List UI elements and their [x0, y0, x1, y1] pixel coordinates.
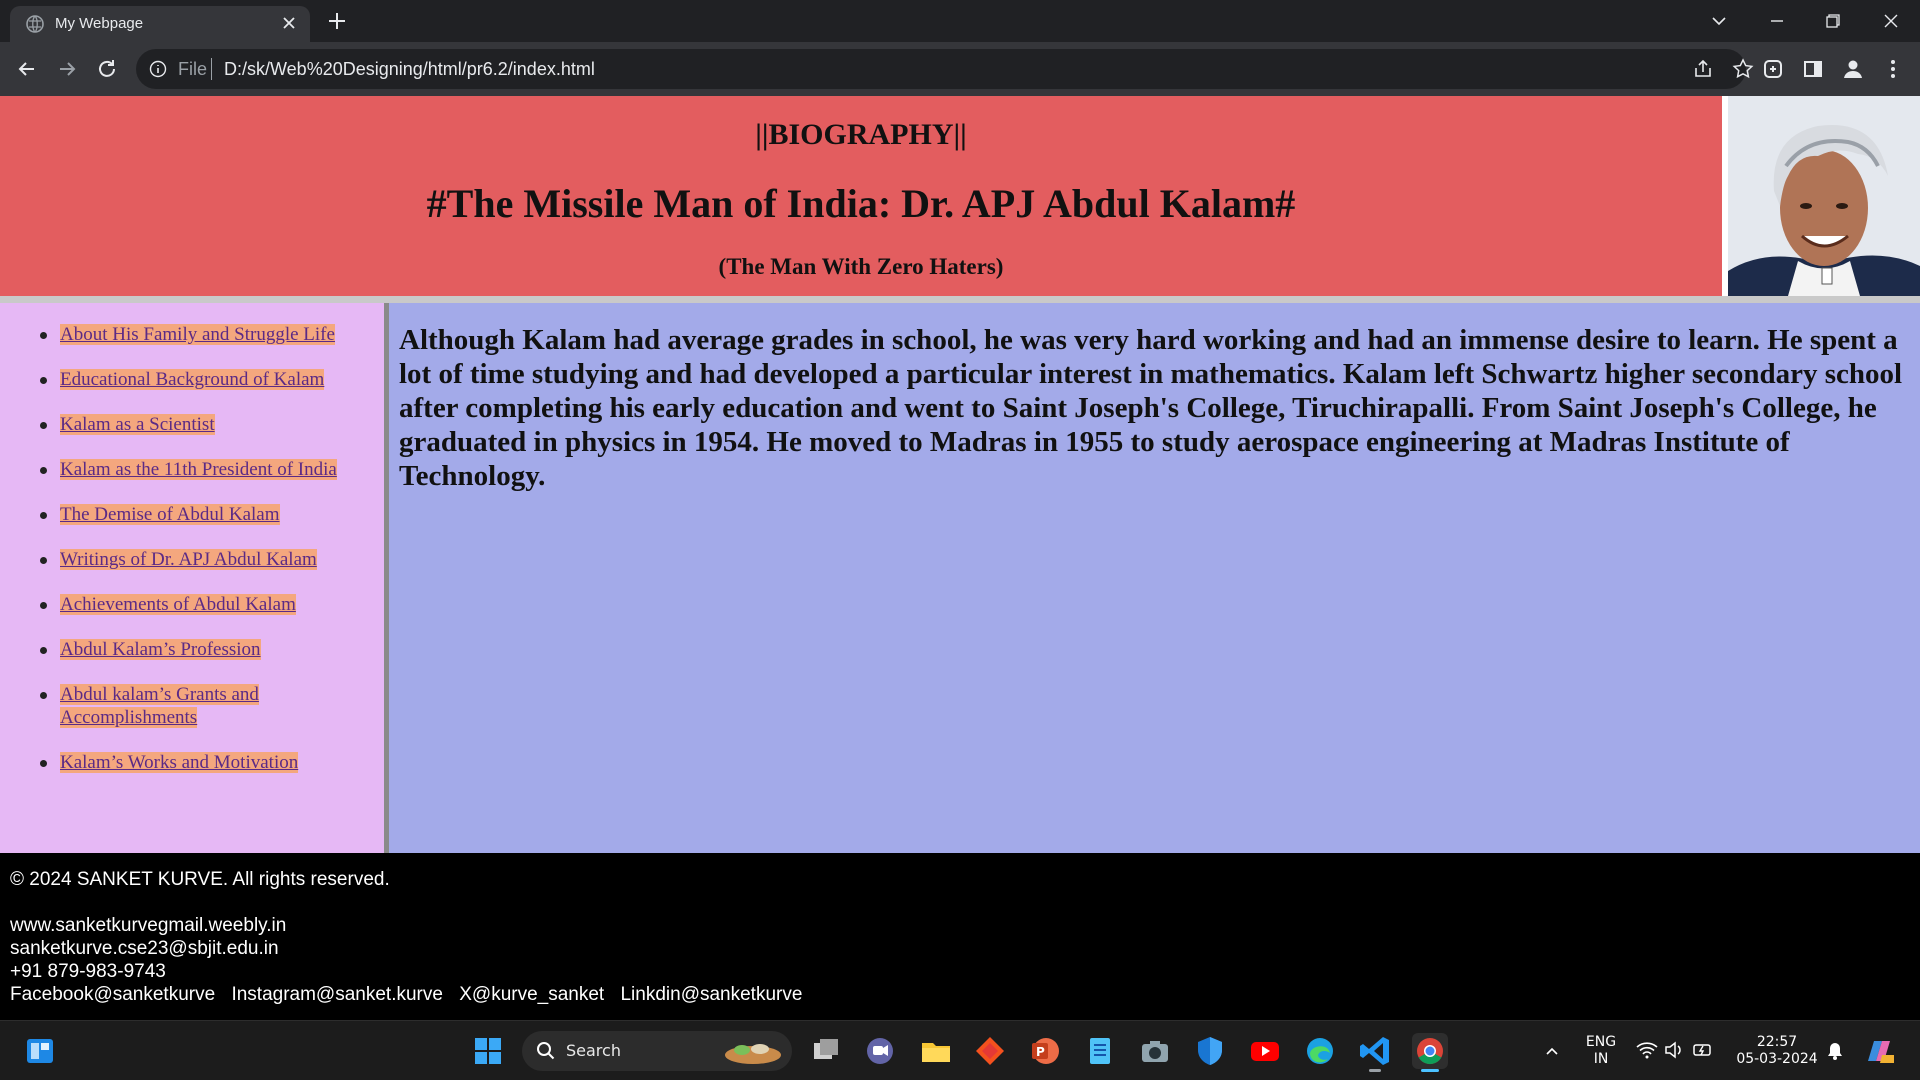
footer-copyright: © 2024 SANKET KURVE. All rights reserved… — [10, 869, 390, 890]
chrome-icon[interactable] — [1412, 1033, 1448, 1072]
tab-title: My Webpage — [55, 15, 144, 32]
address-scheme: File — [178, 59, 208, 79]
kalam-portrait-image — [1728, 96, 1920, 296]
close-window-icon[interactable] — [1878, 8, 1904, 34]
share-icon[interactable] — [1692, 58, 1714, 80]
main-content: Although Kalam had average grades in sch… — [389, 303, 1920, 944]
language-line1: ENG — [1585, 1034, 1617, 1050]
notepad-icon[interactable] — [1082, 1033, 1118, 1069]
forward-icon[interactable] — [54, 56, 80, 82]
git-app-icon[interactable] — [972, 1033, 1008, 1069]
footer-linkedin: Linkdin@sanketkurve — [620, 984, 803, 1005]
sidebar-link-president[interactable]: Kalam as the 11th President of India — [60, 459, 337, 480]
page-title: #The Missile Man of India: Dr. APJ Abdul… — [426, 181, 1296, 226]
sidebar-link-writings[interactable]: Writings of Dr. APJ Abdul Kalam — [60, 549, 317, 570]
back-icon[interactable] — [14, 56, 40, 82]
globe-icon — [26, 15, 44, 33]
camera-icon[interactable] — [1137, 1033, 1173, 1069]
footer-x: X@kurve_sanket — [459, 984, 605, 1005]
teams-chat-icon[interactable] — [862, 1033, 898, 1069]
youtube-icon[interactable] — [1247, 1033, 1283, 1069]
sidebar-item-education: Educational Background of Kalam — [38, 368, 368, 391]
address-url[interactable]: D:/sk/Web%20Designing/html/pr6.2/index.h… — [224, 59, 595, 80]
browser-toolbar: File D:/sk/Web%20Designing/html/pr6.2/in… — [0, 42, 1920, 96]
copilot-icon[interactable] — [1862, 1035, 1896, 1067]
sidebar-link-scientist[interactable]: Kalam as a Scientist — [60, 414, 215, 435]
sidebar-item-writings: Writings of Dr. APJ Abdul Kalam — [38, 548, 368, 571]
sidebar-item-achievements: Achievements of Abdul Kalam — [38, 593, 368, 616]
clock-time: 22:57 — [1756, 1034, 1798, 1050]
battery-charging-icon[interactable] — [1692, 1041, 1714, 1059]
start-windows-icon[interactable] — [470, 1033, 506, 1069]
search-icon — [537, 1042, 555, 1060]
file-explorer-icon[interactable] — [918, 1033, 954, 1069]
sidebar-item-scientist: Kalam as a Scientist — [38, 413, 368, 436]
sidebar-link-profession[interactable]: Abdul Kalam’s Profession — [60, 639, 261, 660]
clock[interactable]: 22:57 05-03-2024 — [1732, 1034, 1822, 1068]
clock-date: 05-03-2024 — [1736, 1051, 1818, 1067]
minimize-icon[interactable] — [1764, 8, 1790, 34]
windows-taskbar: Search P ENG IN 22:57 05-03-2024 — [0, 1020, 1920, 1080]
reload-icon[interactable] — [94, 56, 120, 82]
notification-bell-icon[interactable] — [1826, 1041, 1844, 1061]
sidebar-link-works[interactable]: Kalam’s Works and Motivation — [60, 752, 299, 773]
browser-tabstrip: My Webpage — [0, 0, 1920, 42]
task-view-icon[interactable] — [808, 1033, 844, 1069]
sidebar-item-profession: Abdul Kalam’s Profession — [38, 638, 368, 661]
content-paragraph: Although Kalam had average grades in sch… — [399, 324, 1903, 492]
language-line2: IN — [1593, 1051, 1609, 1067]
sidebar-item-grants: Abdul kalam’s Grants and Accomplishments — [38, 683, 368, 729]
address-bar[interactable]: File D:/sk/Web%20Designing/html/pr6.2/in… — [136, 49, 1754, 89]
site-info-icon[interactable] — [149, 60, 167, 78]
wifi-icon[interactable] — [1636, 1041, 1658, 1059]
taskbar-search[interactable]: Search — [522, 1031, 792, 1071]
powerpoint-icon[interactable]: P — [1027, 1033, 1063, 1069]
edge-browser-icon[interactable] — [1302, 1033, 1338, 1069]
bookmark-star-icon[interactable] — [1732, 58, 1754, 80]
header-divider — [0, 296, 1920, 303]
side-panel-icon[interactable] — [1800, 56, 1826, 82]
menu-kebab-icon[interactable] — [1880, 56, 1906, 82]
new-tab-icon[interactable] — [326, 10, 348, 32]
sidebar-link-demise[interactable]: The Demise of Abdul Kalam — [60, 504, 280, 525]
sidebar-link-family[interactable]: About His Family and Struggle Life — [60, 324, 335, 345]
footer-email: sanketkurve.cse23@sbjit.edu.in — [10, 938, 279, 959]
page-subtitle: (The Man With Zero Haters) — [718, 254, 1004, 279]
security-shield-icon[interactable] — [1192, 1033, 1228, 1069]
sidebar-link-list: About His Family and Struggle Life Educa… — [0, 303, 384, 774]
page-header: ||BIOGRAPHY|| #The Missile Man of India:… — [0, 96, 1722, 296]
language-indicator[interactable]: ENG IN — [1580, 1034, 1622, 1068]
vscode-running-indicator — [1369, 1069, 1381, 1072]
restore-icon[interactable] — [1820, 8, 1846, 34]
footer-website: www.sanketkurvegmail.weebly.in — [10, 915, 287, 936]
sidebar-link-grants[interactable]: Abdul kalam’s Grants and Accomplishments — [60, 684, 259, 728]
sidebar-item-demise: The Demise of Abdul Kalam — [38, 503, 368, 526]
search-highlight-icon — [725, 1044, 781, 1064]
sidebar-item-president: Kalam as the 11th President of India — [38, 458, 368, 481]
chrome-active-indicator — [1421, 1069, 1439, 1072]
footer-instagram: Instagram@sanket.kurve — [231, 984, 443, 1005]
widgets-icon[interactable] — [22, 1033, 58, 1069]
sidebar-link-achievements[interactable]: Achievements of Abdul Kalam — [60, 594, 296, 615]
show-hidden-icons-chevron-icon[interactable] — [1544, 1043, 1560, 1059]
footer-socials: Facebook@sanketkurve Instagram@sanket.ku… — [10, 983, 813, 1006]
tab-search-chevron-icon[interactable] — [1706, 8, 1732, 34]
profile-icon[interactable] — [1840, 56, 1866, 82]
footer-facebook: Facebook@sanketkurve — [10, 984, 216, 1005]
volume-icon[interactable] — [1664, 1041, 1684, 1059]
search-label: Search — [566, 1041, 621, 1060]
svg-text:P: P — [1036, 1045, 1045, 1059]
sidebar-link-education[interactable]: Educational Background of Kalam — [60, 369, 325, 390]
footer-phone: +91 879-983-9743 — [10, 961, 166, 982]
close-tab-icon[interactable] — [280, 14, 298, 32]
address-separator — [211, 58, 212, 80]
biography-heading: ||BIOGRAPHY|| — [755, 118, 967, 151]
sidebar-item-family: About His Family and Struggle Life — [38, 323, 368, 346]
page-footer: © 2024 SANKET KURVE. All rights reserved… — [0, 853, 1920, 1005]
sidebar-nav: About His Family and Struggle Life Educa… — [0, 303, 384, 944]
extensions-icon[interactable] — [1760, 56, 1786, 82]
browser-tab[interactable]: My Webpage — [10, 6, 310, 42]
vscode-icon[interactable] — [1357, 1033, 1393, 1072]
sidebar-item-works: Kalam’s Works and Motivation — [38, 751, 368, 774]
